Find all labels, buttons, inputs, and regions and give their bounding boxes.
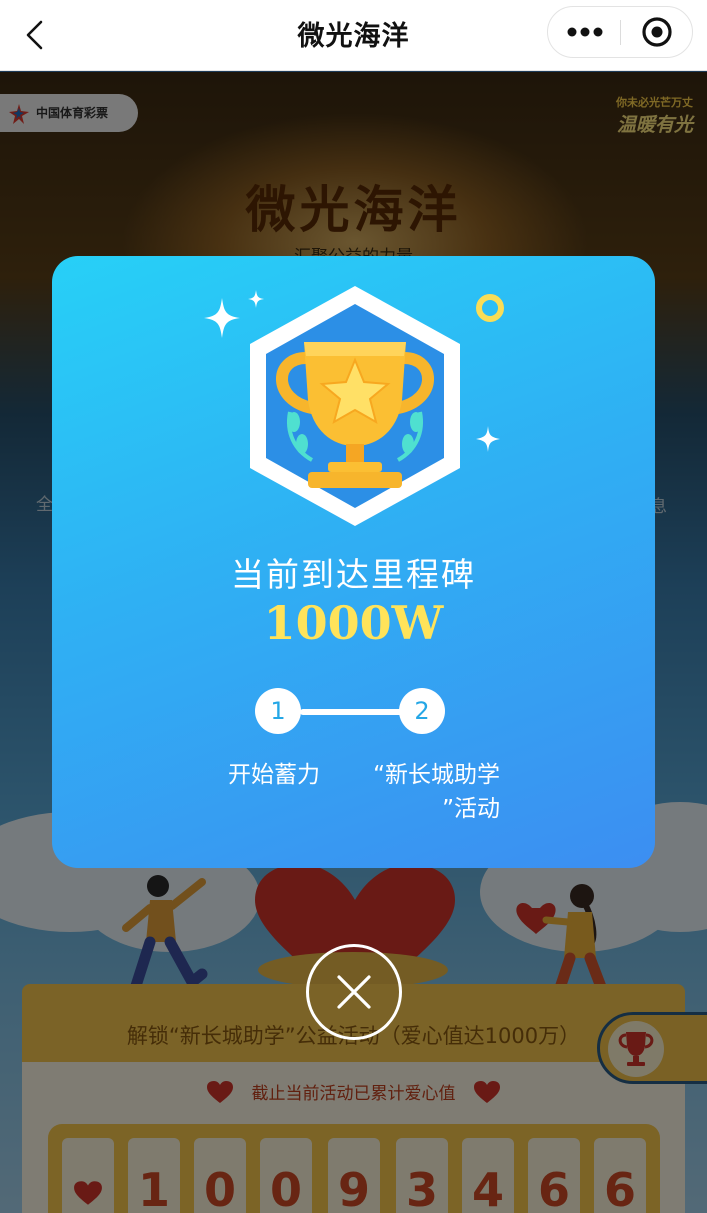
ring-decoration-icon (476, 294, 504, 322)
milestone-heading: 当前到达里程碑 (231, 555, 476, 594)
sparkle-icon (476, 426, 500, 452)
step-2-label-line1: “新长城助学 (373, 762, 500, 788)
step-connector (300, 709, 404, 715)
step-1-dot: 1 (255, 688, 301, 734)
step-2-dot: 2 (399, 688, 445, 734)
milestone-modal: 当前到达里程碑 1000W 1 2 开始蓄力 “新长城助学 ”活动 (52, 256, 655, 868)
mini-program-capsule (547, 6, 693, 58)
close-modal-button[interactable] (306, 944, 402, 1040)
milestone-value: 1000W (263, 596, 444, 650)
nav-bar: 微光海洋 (0, 0, 707, 71)
trophy-icon (250, 286, 460, 526)
step-2-label: “新长城助学 ”活动 (352, 758, 500, 826)
target-icon[interactable] (621, 7, 693, 57)
step-2-label-line2: ”活动 (442, 796, 500, 822)
step-1-label: 开始蓄力 (228, 762, 320, 788)
close-icon (337, 975, 371, 1009)
more-dots-icon[interactable] (548, 7, 620, 57)
